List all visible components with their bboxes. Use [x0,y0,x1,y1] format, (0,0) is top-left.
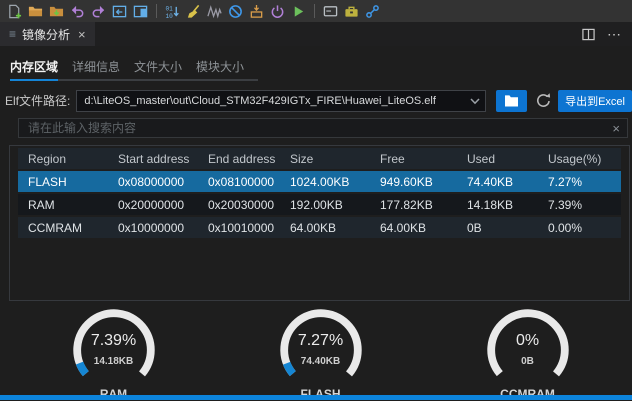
link-icon[interactable] [362,1,383,21]
bottom-accent-bar [0,395,632,400]
table-cell: 64.00KB [370,221,457,235]
elf-path-value: d:\LiteOS_master\out\Cloud_STM32F429IGTx… [84,95,436,107]
table-cell: 7.39% [538,198,621,212]
table-header-row: Region Start address End address Size Fr… [18,148,621,169]
column-header[interactable]: Used [457,152,538,166]
split-editor-icon[interactable] [582,28,595,41]
power-icon[interactable] [267,1,288,21]
elf-path-label: Elf文件路径: [5,92,70,109]
column-header[interactable]: Free [370,152,457,166]
main-toolbar: 0110 [0,0,632,22]
toolbar-separator [156,4,157,18]
new-file-icon[interactable] [4,1,25,21]
subtab-details[interactable]: 详细信息 [72,53,120,79]
view-subtabs: 内存区域 详细信息 文件大小 模块大小 [10,53,258,81]
undo-icon[interactable] [67,1,88,21]
wave-icon[interactable] [204,1,225,21]
table-cell: 0.00% [538,221,621,235]
gauge-ring [68,304,160,396]
toolbox-icon[interactable] [341,1,362,21]
tab-image-analysis[interactable]: ≡ 镜像分析 × [0,22,95,46]
column-header[interactable]: Usage(%) [538,152,621,166]
subtab-module-size[interactable]: 模块大小 [196,53,244,79]
table-cell: 0B [457,221,538,235]
table-cell: 192.00KB [280,198,370,212]
svg-text:10: 10 [165,13,173,19]
subtab-memory-region[interactable]: 内存区域 [10,53,58,81]
table-cell: 0x10010000 [198,221,280,235]
svg-text:01: 01 [165,5,173,12]
editor-tab-bar: ≡ 镜像分析 × ⋯ [0,22,632,46]
table-cell: 949.60KB [370,175,457,189]
table-row-flash[interactable]: FLASH 0x08000000 0x08100000 1024.00KB 94… [18,171,621,192]
search-input[interactable] [26,120,612,136]
memory-region-panel: Region Start address End address Size Fr… [9,145,630,301]
window-fill-icon[interactable] [130,1,151,21]
column-header[interactable]: End address [198,152,280,166]
column-header[interactable]: Region [18,152,108,166]
gauge-percent: 7.27% [275,332,367,350]
gauge-ring [275,304,367,396]
usage-gauges: 7.39% 14.18KB RAM 7.27% 74.40KB FLASH 0%… [0,304,632,401]
gauge-ccmram: 0% 0B CCMRAM [424,304,631,401]
table-row-ccmram[interactable]: CCMRAM 0x10000000 0x10010000 64.00KB 64.… [18,217,621,238]
gauge-used: 14.18KB [68,356,160,367]
flash-download-icon[interactable] [246,1,267,21]
table-cell: 0x08000000 [108,175,198,189]
table-cell: FLASH [18,175,108,189]
table-cell: 7.27% [538,175,621,189]
open-folder-icon[interactable] [25,1,46,21]
table-cell: 0x08100000 [198,175,280,189]
table-cell: 64.00KB [280,221,370,235]
elf-path-combobox[interactable]: d:\LiteOS_master\out\Cloud_STM32F429IGTx… [76,90,486,112]
column-header[interactable]: Size [280,152,370,166]
table-cell: 14.18KB [457,198,538,212]
gauge-used: 0B [482,356,574,367]
gauge-used: 74.40KB [275,356,367,367]
table-cell: 177.82KB [370,198,457,212]
subtab-file-size[interactable]: 文件大小 [134,53,182,79]
list-icon: ≡ [9,27,16,41]
tab-bar-actions: ⋯ [582,22,632,46]
table-cell: 0x20000000 [108,198,198,212]
redo-icon[interactable] [88,1,109,21]
more-actions-icon[interactable]: ⋯ [607,26,622,43]
toolbar-separator [314,4,315,18]
gauge-flash: 7.27% 74.40KB FLASH [217,304,424,401]
folder-icon [504,94,519,107]
gauge-ring [482,304,574,396]
browse-folder-button[interactable] [496,90,527,112]
search-box: × [18,118,628,138]
import-folder-icon[interactable] [46,1,67,21]
clean-broom-icon[interactable] [183,1,204,21]
refresh-icon[interactable] [535,92,552,109]
disable-icon[interactable] [225,1,246,21]
table-cell: RAM [18,198,108,212]
gauge-ram: 7.39% 14.18KB RAM [10,304,217,401]
gauge-percent: 7.39% [68,332,160,350]
clear-search-icon[interactable]: × [612,121,620,136]
elf-path-bar: Elf文件路径: d:\LiteOS_master\out\Cloud_STM3… [5,89,632,112]
window-arrow-icon[interactable] [109,1,130,21]
serial-monitor-icon[interactable] [320,1,341,21]
table-cell: 74.40KB [457,175,538,189]
gauge-percent: 0% [482,332,574,350]
column-header[interactable]: Start address [108,152,198,166]
run-icon[interactable] [288,1,309,21]
table-cell: 0x20030000 [198,198,280,212]
sort-numeric-icon[interactable]: 0110 [162,1,183,21]
table-cell: 0x10000000 [108,221,198,235]
tab-title: 镜像分析 [22,26,70,43]
export-excel-button[interactable]: 导出到Excel [558,90,632,112]
chevron-down-icon [470,98,480,105]
close-icon[interactable]: × [78,27,86,42]
table-cell: 1024.00KB [280,175,370,189]
table-cell: CCMRAM [18,221,108,235]
table-row-ram[interactable]: RAM 0x20000000 0x20030000 192.00KB 177.8… [18,194,621,215]
